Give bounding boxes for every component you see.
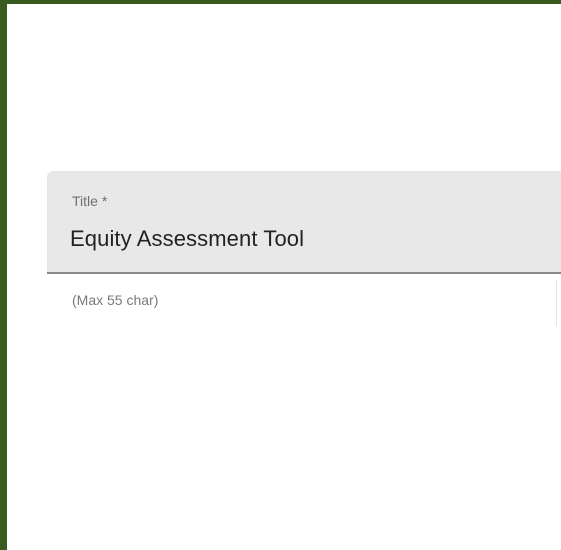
- title-input[interactable]: Title * Equity Assessment Tool: [47, 171, 561, 274]
- title-field-hint: (Max 55 char): [72, 292, 159, 308]
- title-field-label: Title *: [72, 193, 108, 209]
- title-field-value[interactable]: Equity Assessment Tool: [70, 226, 304, 252]
- page-frame: Title * Equity Assessment Tool (Max 55 c…: [0, 0, 561, 550]
- title-field[interactable]: Title * Equity Assessment Tool: [47, 171, 561, 274]
- helper-divider: [556, 280, 557, 326]
- title-field-helper-row: (Max 55 char): [47, 274, 561, 326]
